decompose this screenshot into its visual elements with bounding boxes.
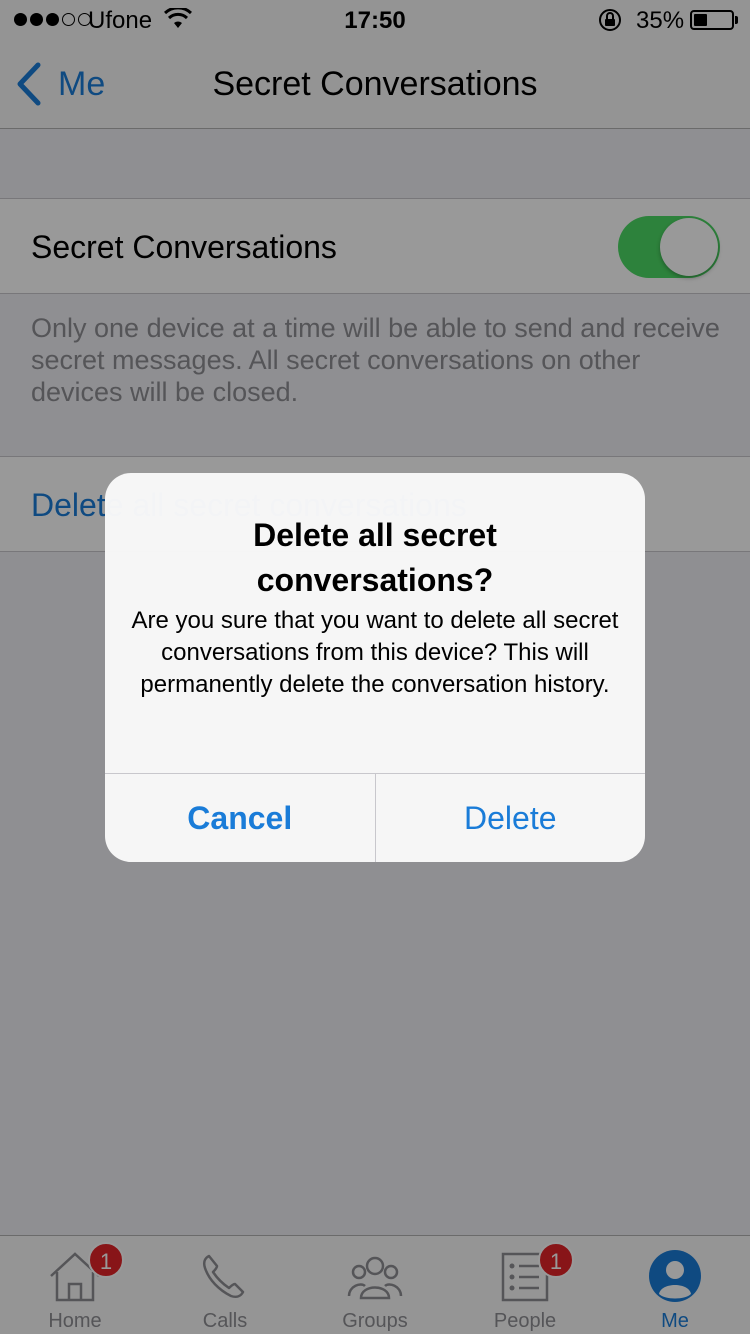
cancel-button[interactable]: Cancel bbox=[105, 774, 376, 862]
alert-title: Delete all secret conversations? bbox=[253, 517, 497, 598]
alert-message: Are you sure that you want to delete all… bbox=[131, 607, 619, 698]
delete-button[interactable]: Delete bbox=[376, 774, 646, 862]
delete-confirmation-alert: Delete all secret conversations? Are you… bbox=[105, 473, 645, 862]
alert-actions: Cancel Delete bbox=[105, 773, 645, 862]
